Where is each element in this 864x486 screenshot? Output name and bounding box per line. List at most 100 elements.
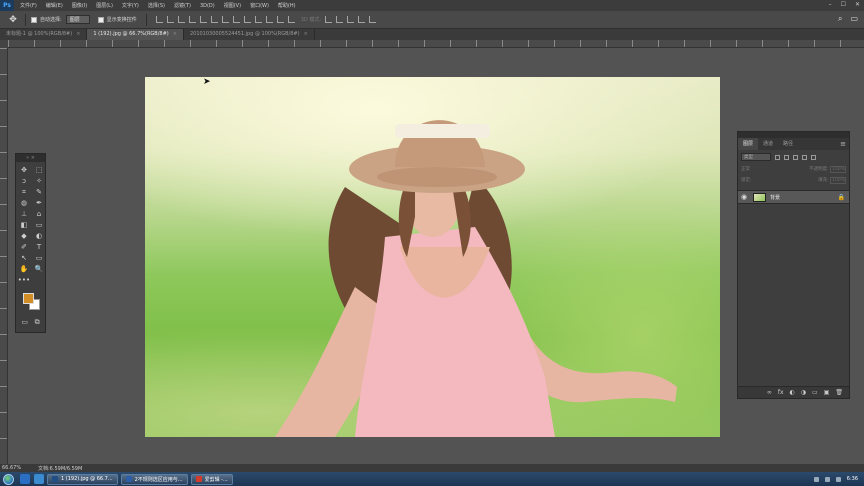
align-vcenter-icon[interactable]	[166, 16, 174, 23]
opacity-input[interactable]: 100%	[830, 166, 846, 173]
move-tool-icon[interactable]: ✥	[17, 165, 31, 175]
blend-mode-dropdown[interactable]: 正常	[741, 166, 750, 173]
menu-file[interactable]: 文件(F)	[20, 2, 37, 9]
align-right-icon[interactable]	[210, 16, 218, 23]
menu-edit[interactable]: 编辑(E)	[46, 2, 63, 9]
tab-1-192-jpg[interactable]: 1 (192).jpg @ 66.7%(RGB/8#) ×	[87, 29, 184, 40]
adjustment-layer-icon[interactable]: ◑	[801, 389, 806, 396]
link-layers-icon[interactable]: ∞	[767, 389, 772, 396]
close-tab-icon[interactable]: ×	[304, 31, 308, 37]
screen-mode-icon[interactable]: ⧉	[35, 318, 40, 327]
brush-tool-icon[interactable]: ✒	[32, 198, 46, 208]
add-mask-icon[interactable]: ◐	[790, 389, 795, 396]
explorer-icon[interactable]	[20, 474, 30, 484]
marquee-tool-icon[interactable]: ⬚	[32, 165, 46, 175]
eyedropper-tool-icon[interactable]: ✎	[32, 187, 46, 197]
align-left-icon[interactable]	[188, 16, 196, 23]
taskbar-item-photoshop[interactable]: 1 (192).jpg @ 66.7...	[47, 473, 118, 485]
distribute-vcenter-icon[interactable]	[232, 16, 240, 23]
trash-icon[interactable]: 🗑	[835, 389, 843, 396]
auto-select-dropdown[interactable]: 图层	[65, 15, 90, 24]
scale-3d-icon[interactable]	[369, 16, 377, 23]
volume-icon[interactable]	[824, 476, 830, 482]
clone-stamp-tool-icon[interactable]: ⊥	[17, 209, 31, 219]
rectangle-tool-icon[interactable]: ▭	[32, 253, 46, 263]
close-tab-icon[interactable]: ×	[76, 31, 80, 37]
distribute-hcenter-icon[interactable]	[265, 16, 273, 23]
network-icon[interactable]	[813, 476, 819, 482]
distribute-top-icon[interactable]	[221, 16, 229, 23]
search-icon[interactable]: ⌕	[838, 14, 842, 24]
start-button[interactable]	[0, 472, 16, 486]
taskbar-item-word[interactable]: 2不规则选区应用与...	[120, 473, 188, 485]
layer-style-icon[interactable]: fx	[778, 389, 784, 396]
ruler-corner[interactable]	[0, 40, 8, 48]
distribute-bottom-icon[interactable]	[243, 16, 251, 23]
tab-20101030005524451-jpg[interactable]: 20101030005524451.jpg @ 100%(RGB/8#) ×	[184, 29, 315, 40]
close-button[interactable]: ✕	[855, 1, 860, 8]
zoom-tool-icon[interactable]: 🔍	[32, 264, 46, 274]
blur-tool-icon[interactable]: ◆	[17, 231, 31, 241]
path-selection-tool-icon[interactable]: ↖	[17, 253, 31, 263]
maximize-button[interactable]: ☐	[841, 1, 846, 8]
workspace-icon[interactable]: ▭	[850, 14, 858, 24]
filter-adjustment-icon[interactable]	[784, 154, 789, 160]
type-tool-icon[interactable]: T	[32, 242, 46, 252]
magic-wand-tool-icon[interactable]: ✧	[32, 176, 46, 186]
align-hcenter-icon[interactable]	[199, 16, 207, 23]
menu-type[interactable]: 文字(Y)	[122, 2, 139, 9]
horizontal-ruler[interactable]	[8, 40, 864, 48]
pen-tool-icon[interactable]: ✐	[17, 242, 31, 252]
filter-pixel-icon[interactable]	[775, 154, 780, 160]
minimize-button[interactable]: –	[829, 1, 832, 8]
hand-tool-icon[interactable]: ✋	[17, 264, 31, 274]
vertical-ruler[interactable]	[0, 48, 8, 464]
input-method-icon[interactable]	[835, 476, 841, 482]
taskbar-item-aijianji[interactable]: 爱剪辑 -...	[190, 473, 233, 485]
close-tab-icon[interactable]: ×	[173, 31, 177, 37]
crop-tool-icon[interactable]: ⌗	[17, 187, 31, 197]
menu-window[interactable]: 窗口(W)	[250, 2, 269, 9]
clock[interactable]: 6:36	[847, 476, 858, 482]
tab-layers[interactable]: 图层	[738, 138, 759, 150]
menu-3d[interactable]: 3D(D)	[200, 3, 215, 9]
filter-type-icon[interactable]	[793, 154, 798, 160]
foreground-color-swatch[interactable]	[23, 293, 34, 304]
tab-channels[interactable]: 通道	[758, 138, 778, 150]
more-tools-icon[interactable]: •••	[17, 275, 31, 285]
ie-icon[interactable]	[34, 474, 44, 484]
tab-untitled-1[interactable]: 未标题-1 @ 100%(RGB/8#) ×	[0, 29, 88, 40]
tab-paths[interactable]: 路径	[778, 138, 798, 150]
align-bottom-icon[interactable]	[177, 16, 185, 23]
fill-input[interactable]: 100%	[830, 177, 846, 184]
auto-select-checkbox[interactable]	[31, 16, 37, 23]
panel-grip[interactable]: » ×	[16, 154, 45, 162]
document-canvas[interactable]	[145, 77, 720, 437]
dodge-tool-icon[interactable]: ◐	[32, 231, 46, 241]
distribute-right-icon[interactable]	[276, 16, 284, 23]
filter-shape-icon[interactable]	[802, 154, 807, 160]
move-tool-icon[interactable]: ✥	[6, 14, 20, 26]
panel-menu-icon[interactable]: ≡	[840, 138, 849, 150]
new-group-icon[interactable]: ▭	[812, 389, 818, 396]
zoom-level[interactable]: 66.67%	[0, 465, 26, 471]
new-layer-icon[interactable]: ▣	[824, 389, 830, 396]
eraser-tool-icon[interactable]: ◧	[17, 220, 31, 230]
drag-3d-icon[interactable]	[347, 16, 355, 23]
doc-size-info[interactable]: 文档:6.59M/6.59M	[38, 465, 82, 472]
menu-select[interactable]: 选择(S)	[148, 2, 165, 9]
gradient-tool-icon[interactable]: ▭	[32, 220, 46, 230]
layer-kind-dropdown[interactable]: 类型	[741, 153, 771, 161]
menu-help[interactable]: 帮助(H)	[278, 2, 296, 9]
slide-3d-icon[interactable]	[358, 16, 366, 23]
eye-icon[interactable]: ◉	[741, 193, 749, 201]
menu-image[interactable]: 图像(I)	[72, 2, 87, 9]
menu-filter[interactable]: 滤镜(T)	[174, 2, 191, 9]
quick-mask-icon[interactable]: ▭	[21, 318, 28, 327]
lasso-tool-icon[interactable]: ↄ	[17, 176, 31, 186]
history-brush-tool-icon[interactable]: ⌂	[32, 209, 46, 219]
show-transform-checkbox[interactable]	[97, 16, 104, 23]
healing-brush-tool-icon[interactable]: ◍	[17, 198, 31, 208]
menu-view[interactable]: 视图(V)	[224, 2, 241, 9]
filter-smart-icon[interactable]	[811, 154, 816, 160]
